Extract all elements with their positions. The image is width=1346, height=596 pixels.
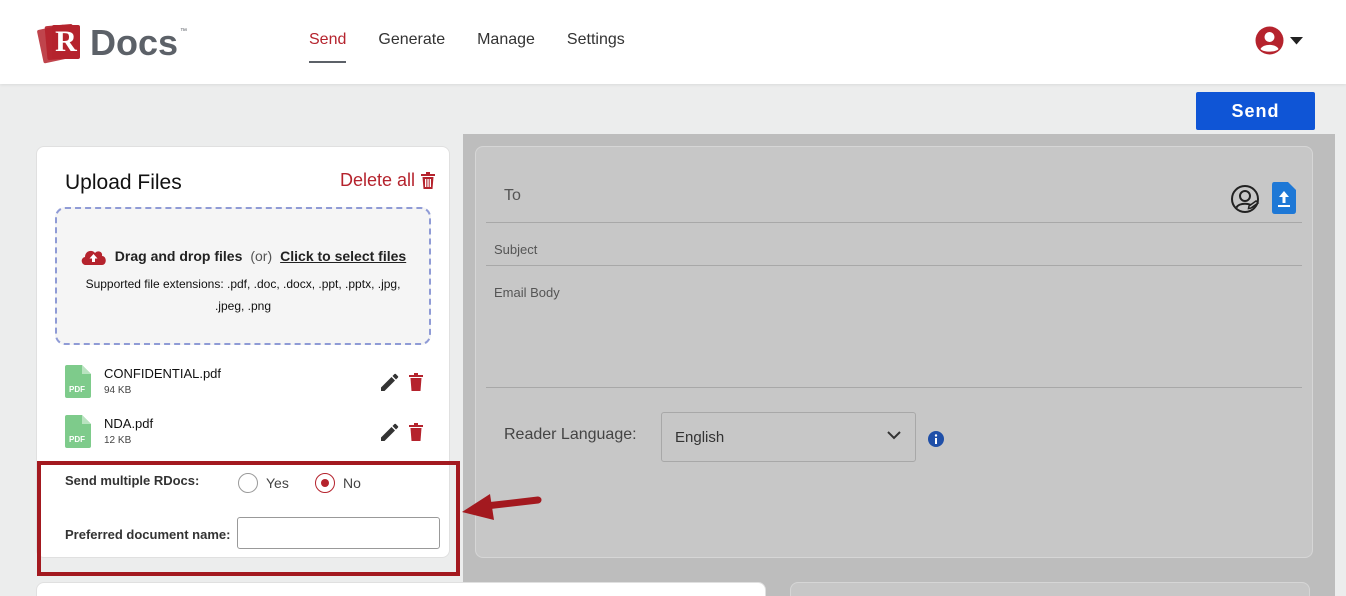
info-icon[interactable]	[928, 431, 944, 447]
contact-book-icon[interactable]	[1230, 184, 1260, 214]
user-menu[interactable]	[1255, 26, 1303, 55]
upload-files-card: Upload Files Delete all Drag and drop fi…	[36, 146, 450, 558]
email-body-field[interactable]: Email Body	[494, 285, 560, 300]
subject-field[interactable]: Subject	[494, 242, 537, 257]
file-dropzone[interactable]: Drag and drop files (or) Click to select…	[55, 207, 431, 345]
send-button[interactable]: Send	[1196, 92, 1315, 130]
email-compose-card: To Subject Email Body Reader Language: E…	[475, 146, 1313, 558]
upload-files-title: Upload Files	[65, 171, 182, 194]
preferred-doc-name-label: Preferred document name:	[65, 527, 231, 542]
or-text: (or)	[250, 248, 273, 264]
annotation-arrow-icon	[462, 494, 542, 520]
chevron-down-icon	[887, 431, 901, 440]
nav-settings[interactable]: Settings	[567, 31, 625, 63]
svg-text:PDF: PDF	[69, 385, 85, 394]
logo-trademark: ™	[180, 27, 188, 35]
body-divider	[486, 387, 1302, 388]
delete-all-label: Delete all	[339, 170, 415, 190]
main-nav: Send Generate Manage Settings	[309, 31, 625, 63]
pencil-icon[interactable]	[381, 373, 399, 391]
trash-icon[interactable]	[409, 373, 423, 391]
supported-extensions-text: Supported file extensions: .pdf, .doc, .…	[85, 277, 401, 313]
send-multiple-label: Send multiple RDocs:	[65, 473, 200, 488]
nav-send[interactable]: Send	[309, 31, 347, 63]
radio-yes[interactable]: Yes	[238, 473, 289, 493]
select-files-link[interactable]: Click to select files	[280, 248, 406, 264]
nav-manage[interactable]: Manage	[477, 31, 535, 63]
dropzone-instructions: Drag and drop files (or) Click to select…	[57, 247, 429, 265]
delete-all-button[interactable]: Delete all	[340, 170, 435, 191]
radio-no-label: No	[343, 475, 361, 491]
file-name: CONFIDENTIAL.pdf	[104, 366, 222, 381]
to-divider	[486, 222, 1302, 223]
logo-mark: R	[36, 23, 88, 64]
logo-letter: R	[52, 25, 80, 59]
radio-yes-label: Yes	[266, 475, 289, 491]
pdf-file-icon: PDF	[65, 415, 91, 448]
file-size: 94 KB	[104, 385, 132, 396]
trash-icon	[421, 172, 435, 189]
pencil-icon[interactable]	[381, 423, 399, 441]
file-row: PDF CONFIDENTIAL.pdf 94 KB	[65, 365, 435, 401]
radio-no[interactable]: No	[315, 473, 361, 493]
caret-down-icon	[1290, 36, 1303, 44]
nav-generate[interactable]: Generate	[378, 31, 445, 63]
to-field[interactable]: To	[504, 187, 521, 205]
reader-language-select[interactable]: English	[661, 412, 916, 462]
file-row: PDF NDA.pdf 12 KB	[65, 415, 435, 451]
radio-circle	[238, 473, 258, 493]
upload-contacts-icon[interactable]	[1272, 182, 1296, 214]
logo-text: Docs	[90, 22, 179, 63]
reader-language-value: English	[675, 429, 725, 446]
radio-circle-checked	[315, 473, 335, 493]
subject-divider	[486, 265, 1302, 266]
drag-drop-text: Drag and drop files	[114, 248, 243, 264]
bottom-card-left	[36, 582, 766, 596]
file-size: 12 KB	[104, 435, 132, 446]
rdocs-logo[interactable]: R Docs ™	[36, 22, 188, 64]
cloud-upload-icon	[81, 250, 106, 265]
trash-icon[interactable]	[409, 423, 423, 441]
bottom-card-right	[790, 582, 1310, 596]
reader-language-label: Reader Language:	[504, 426, 637, 443]
svg-text:PDF: PDF	[69, 435, 85, 444]
user-circle-icon	[1255, 26, 1284, 55]
pdf-file-icon: PDF	[65, 365, 91, 398]
file-name: NDA.pdf	[104, 416, 154, 431]
preferred-doc-name-input[interactable]	[237, 517, 440, 549]
top-navbar: R Docs ™ Send Generate Manage Settings	[0, 0, 1346, 84]
